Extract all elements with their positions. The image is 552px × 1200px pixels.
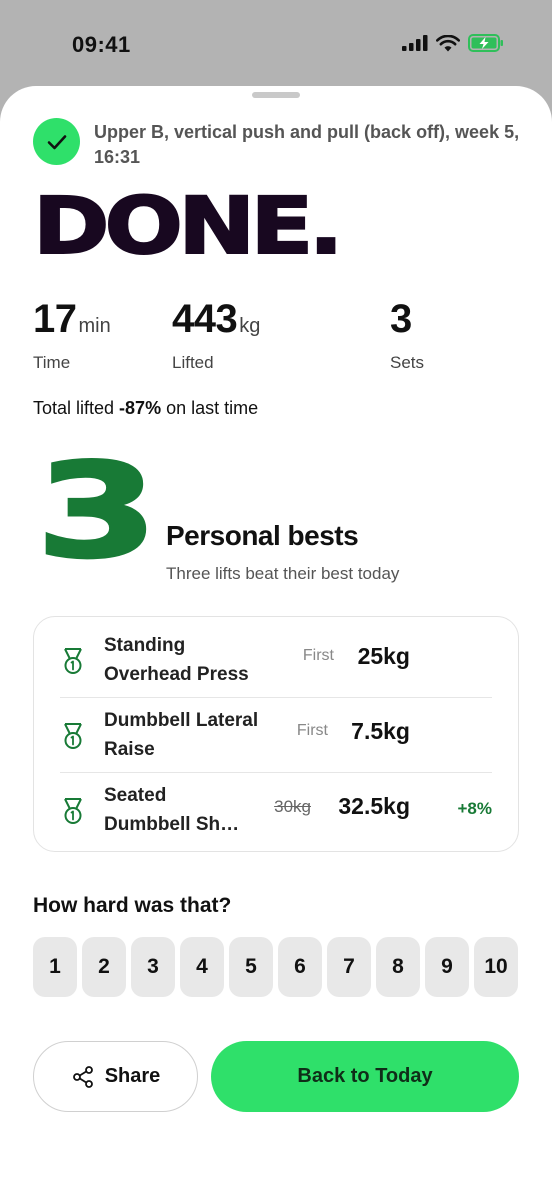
stat-time: 17 min Time	[33, 296, 111, 373]
rpe-option-5[interactable]: 5	[229, 937, 273, 997]
pb-exercise-name: Seated Dumbbell Sh…	[104, 785, 240, 835]
pb-row[interactable]: Seated Dumbbell Sh… 30kg 32.5kg +8%	[60, 773, 492, 847]
pb-exercise-name: Dumbbell Lateral Raise	[104, 710, 259, 760]
medal-icon	[64, 798, 82, 824]
share-button-label: Share	[104, 1065, 161, 1087]
share-button[interactable]: Share	[33, 1041, 198, 1112]
status-icons	[402, 34, 504, 52]
rpe-option-9[interactable]: 9	[425, 937, 469, 997]
workout-title: Upper B, vertical push and pull (back of…	[94, 122, 520, 167]
pb-previous: 30kg	[274, 797, 311, 816]
pb-exercise-name: Standing Overhead Press	[104, 635, 249, 685]
stat-sets-value: 3	[390, 297, 412, 341]
personal-bests-heading: Personal bests	[166, 520, 359, 551]
rpe-option-7[interactable]: 7	[327, 937, 371, 997]
rpe-option-8[interactable]: 8	[376, 937, 420, 997]
stat-time-label: Time	[33, 353, 71, 372]
workout-header: Upper B, vertical push and pull (back of…	[33, 118, 523, 170]
status-time: 09:41	[72, 32, 131, 57]
personal-bests-count: 3	[34, 435, 160, 588]
total-lifted-comparison: Total lifted -87% on last time	[33, 398, 259, 418]
personal-bests-subtitle: Three lifts beat their best today	[166, 564, 400, 583]
pb-delta: +8%	[457, 799, 493, 818]
status-bar: 09:41	[0, 0, 552, 86]
done-headline: DONE.	[32, 181, 345, 273]
rpe-question: How hard was that?	[33, 894, 232, 917]
stat-lifted-unit: kg	[239, 315, 261, 337]
stat-sets: 3 Sets	[390, 296, 424, 373]
rpe-option-10[interactable]: 10	[474, 937, 518, 997]
rpe-option-3[interactable]: 3	[131, 937, 175, 997]
medal-icon	[64, 723, 82, 749]
medal-icon	[64, 648, 82, 674]
personal-bests-card: Standing Overhead Press First 25kg Dumbbe…	[33, 616, 519, 852]
pb-weight: 7.5kg	[351, 718, 410, 744]
stat-lifted: 443 kg Lifted	[172, 296, 260, 373]
total-lifted-change: -87%	[119, 398, 162, 418]
pb-row[interactable]: Standing Overhead Press First 25kg	[60, 623, 492, 697]
completed-badge	[33, 118, 80, 165]
rpe-option-1[interactable]: 1	[33, 937, 77, 997]
pb-previous: First	[302, 647, 334, 664]
stat-time-value: 17	[33, 297, 77, 341]
pb-row[interactable]: Dumbbell Lateral Raise First 7.5kg	[60, 698, 492, 772]
back-to-today-label: Back to Today	[297, 1065, 433, 1087]
stat-time-unit: min	[78, 315, 111, 337]
rpe-option-4[interactable]: 4	[180, 937, 224, 997]
stat-sets-label: Sets	[390, 353, 425, 372]
signal-icon	[402, 35, 428, 51]
pb-previous: First	[296, 722, 328, 739]
wifi-icon	[436, 34, 460, 51]
battery-charging-icon	[468, 34, 503, 52]
rpe-option-6[interactable]: 6	[278, 937, 322, 997]
pb-weight: 25kg	[357, 643, 410, 669]
rpe-option-2[interactable]: 2	[82, 937, 126, 997]
pb-weight: 32.5kg	[338, 793, 410, 819]
workout-stats: 17 min Time 443 kg Lifted 3 Sets	[33, 296, 513, 376]
stat-lifted-value: 443	[172, 297, 238, 341]
share-icon	[72, 1065, 93, 1088]
workout-summary-sheet: Upper B, vertical push and pull (back of…	[0, 86, 552, 1200]
back-to-today-button[interactable]: Back to Today	[211, 1041, 519, 1112]
rpe-selector: 1 2 3 4 5 6 7 8 9 10	[33, 937, 519, 997]
check-icon	[47, 134, 66, 149]
sheet-grabber[interactable]	[252, 92, 300, 98]
stat-lifted-label: Lifted	[172, 353, 214, 372]
